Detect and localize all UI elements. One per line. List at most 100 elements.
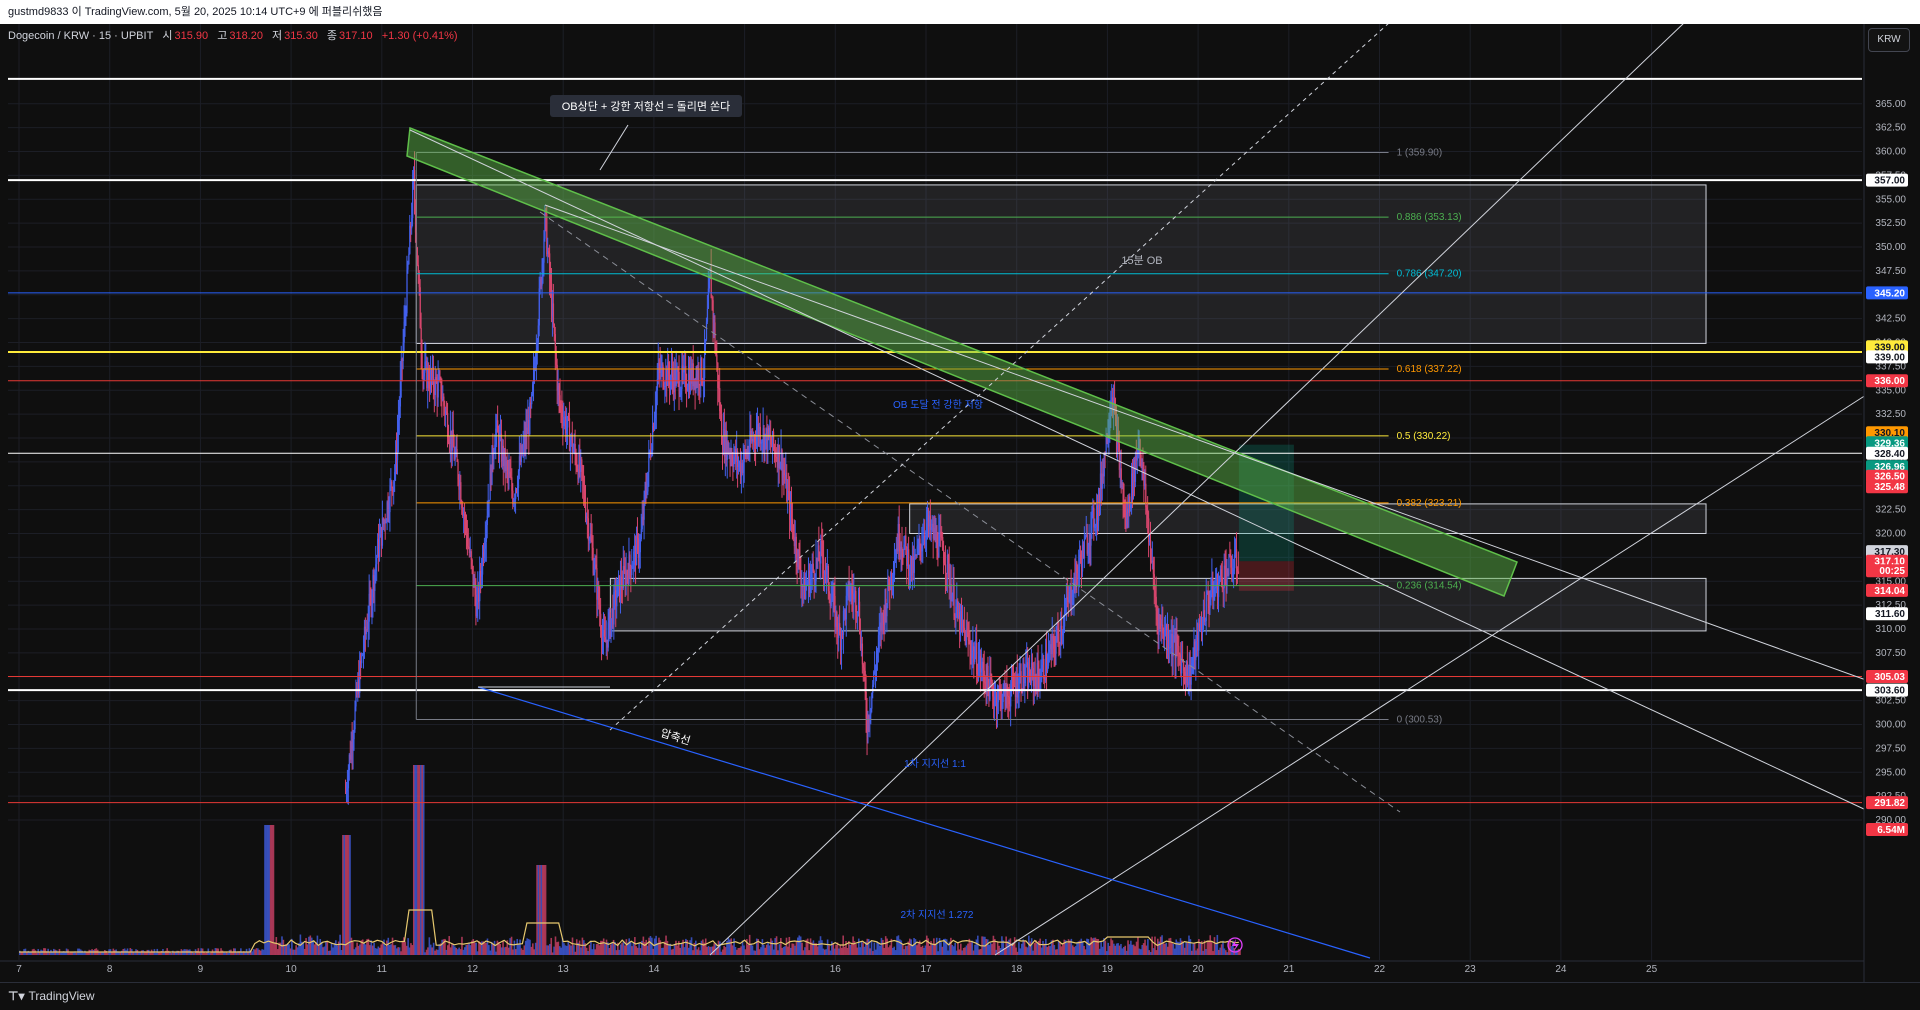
volume-bar [465,945,468,955]
volume-bar [424,952,426,955]
price-tick-label: 347.50 [1875,266,1906,277]
time-tick-label: 19 [1102,964,1114,975]
volume-bar [754,950,757,955]
volume-bar [425,949,428,955]
symbol-name[interactable]: Dogecoin / KRW · 15 · UPBIT [8,30,153,42]
volume-bar [795,941,798,955]
volume-bar [1039,938,1041,955]
currency-button[interactable]: KRW [1868,28,1910,52]
volume-bar [628,938,630,955]
volume-bar [560,947,562,955]
volume-bar [1165,942,1168,955]
volume-bar [828,945,830,955]
volume-bar [955,950,958,955]
volume-bar [753,950,755,955]
volume-bar [592,943,595,955]
volume-bar [393,945,395,955]
volume-bar [747,944,750,955]
volume-bar [527,938,530,955]
volume-bar [546,945,548,955]
volume-bar [420,765,422,955]
candle-body [1055,641,1057,654]
volume-bar [950,937,952,955]
volume-bar [938,938,941,955]
volume-bar [1022,939,1024,955]
candle-body [1205,594,1207,621]
volume-bar [1138,948,1141,955]
candle-body [893,562,896,576]
volume-bar [335,940,337,955]
volume-bar [826,939,829,955]
fib-level-label: 0.786 (347.20) [1397,269,1462,280]
volume-bar [801,942,803,955]
volume-bar [284,944,286,955]
volume-bar [1071,945,1074,955]
volume-bar [719,941,721,955]
candle-body [631,568,633,575]
volume-bar [354,947,357,955]
volume-bar [967,943,969,955]
volume-bar [261,949,263,955]
volume-bar [70,952,72,955]
volume-bar [520,948,523,955]
volume-bar [274,942,276,955]
volume-bar [1005,936,1007,955]
candle-body [407,264,409,270]
price-tick-label: 332.50 [1875,409,1906,420]
volume-bar [1186,943,1189,955]
volume-bar [55,950,58,955]
volume-bar [1084,949,1087,955]
volume-bar [1202,950,1204,955]
time-tick-label: 13 [558,964,570,975]
volume-bar [764,947,767,955]
volume-bar [475,942,477,955]
volume-bar [933,938,935,955]
volume-bar [1183,947,1186,955]
volume-bar [140,950,143,955]
volume-bar [296,947,299,955]
volume-bar [1223,948,1226,955]
volume-bar [835,944,837,955]
volume-bar [734,946,737,955]
price-label-text: 00:25 [1879,566,1905,577]
volume-bar [690,937,693,955]
volume-bar [1062,943,1064,955]
price-tick-label: 362.50 [1875,123,1906,134]
volume-bar [771,940,774,955]
support-1-label: 1차 지지선 1:1 [904,758,966,770]
volume-bar [1032,950,1034,955]
volume-bar [1144,939,1146,955]
volume-bar [816,946,819,955]
volume-bar [1045,939,1047,955]
volume-bar [1137,937,1139,955]
volume-bar [605,939,608,955]
tradingview-logo[interactable]: ⊤▾ TradingView [8,989,95,1003]
candle-body [1221,577,1223,588]
volume-bar [496,940,499,955]
time-tick-label: 18 [1011,964,1023,975]
volume-bar [532,943,534,955]
volume-bar [57,952,59,955]
volume-bar [1154,936,1156,955]
price-axis[interactable]: 365.00362.50360.00357.50355.00352.50350.… [1863,24,1920,982]
volume-bar [235,952,238,955]
volume-bar [829,950,832,955]
price-label-text: 325.48 [1874,482,1905,493]
candle-body [488,500,490,502]
volume-bar [1066,942,1068,955]
price-chart[interactable]: 1 (359.90) 0.886 (353.13) 0.786 (347.20) 0.… [0,0,1920,1009]
volume-bar [1114,945,1117,955]
volume-bar [704,938,707,955]
volume-bar [1166,946,1169,955]
volume-bar [952,946,955,955]
volume-bar [923,947,925,955]
volume-bar [1053,945,1056,955]
volume-bar [1128,944,1131,955]
volume-bar [418,765,421,955]
time-tick-label: 21 [1283,964,1295,975]
volume-bar [1188,935,1190,955]
volume-bar [1225,950,1227,955]
volume-bar [539,865,541,955]
candle-body [1083,539,1086,559]
time-tick-label: 12 [467,964,479,975]
